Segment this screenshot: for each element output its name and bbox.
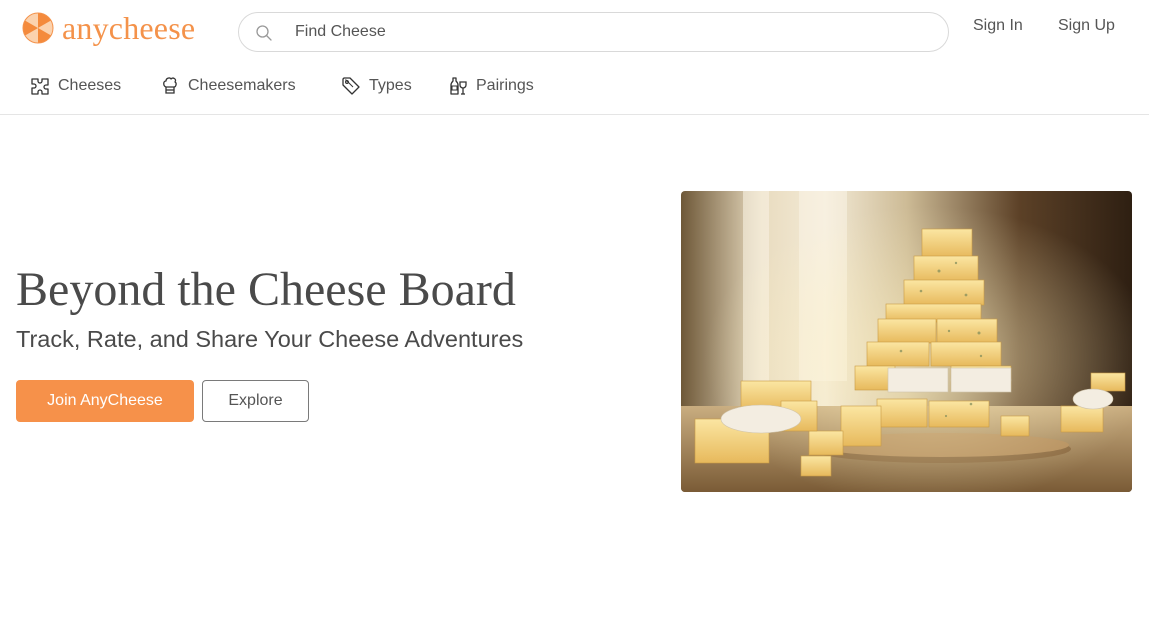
hero-title: Beyond the Cheese Board: [16, 263, 516, 316]
nav-item-pairings[interactable]: Pairings: [448, 76, 534, 96]
chef-hat-icon: [163, 77, 177, 94]
sign-up-link[interactable]: Sign Up: [1058, 17, 1115, 35]
join-button[interactable]: Join AnyCheese: [16, 380, 194, 422]
nav-item-cheeses[interactable]: Cheeses: [30, 76, 121, 96]
top-bar: anycheese Sign In Sign Up: [0, 0, 1149, 64]
explore-button[interactable]: Explore: [202, 380, 309, 422]
hero-subtitle: Track, Rate, and Share Your Cheese Adven…: [16, 326, 524, 352]
hero-image: [681, 191, 1132, 492]
brand-name: anycheese: [62, 10, 196, 46]
search-bar: [238, 12, 949, 52]
nav-item-cheesemakers[interactable]: Cheesemakers: [160, 76, 296, 96]
cheese-wheel-logo-icon: [22, 12, 54, 44]
cheese-tower-photo: [681, 191, 1132, 492]
brand-logo[interactable]: anycheese: [22, 12, 195, 44]
search-input[interactable]: [295, 13, 895, 51]
nav-item-label: Cheeses: [58, 77, 122, 94]
tag-icon: [342, 77, 360, 95]
main-nav: Cheeses Cheesemakers Types Pairings: [0, 64, 1149, 115]
nav-item-label: Cheesemakers: [188, 77, 296, 94]
nav-item-label: Pairings: [476, 77, 534, 94]
puzzle-icon: [31, 78, 49, 95]
nav-item-types[interactable]: Types: [341, 76, 412, 96]
search-icon: [256, 25, 272, 41]
wine-bottle-glass-icon: [450, 77, 467, 95]
nav-item-label: Types: [369, 77, 412, 94]
sign-in-link[interactable]: Sign In: [973, 17, 1023, 35]
